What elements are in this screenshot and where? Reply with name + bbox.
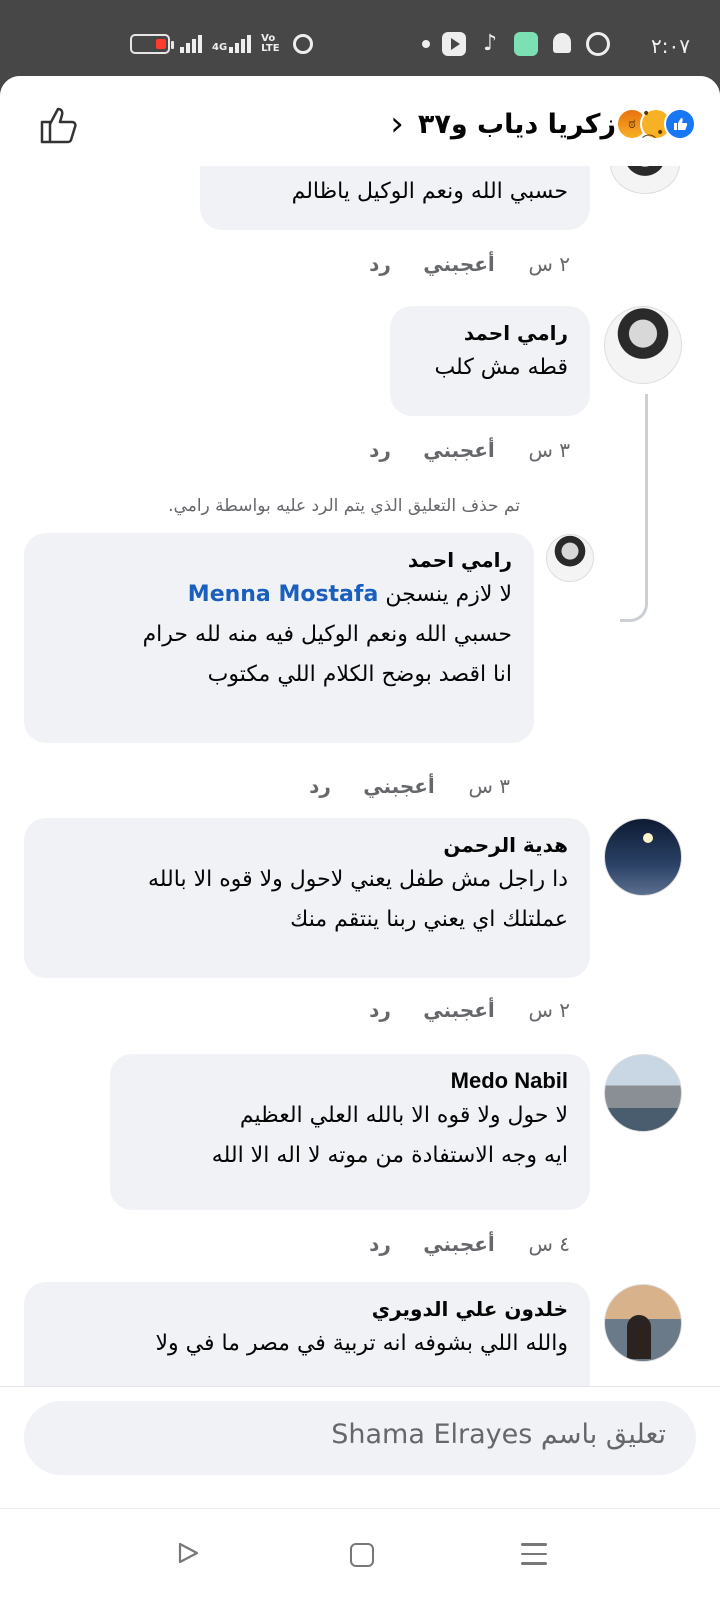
app-green-icon [514,32,538,56]
avatar[interactable] [604,306,682,384]
comment-author[interactable]: Medo Nabil [132,1066,568,1096]
comment-text: حسبي الله ونعم الوكيل فيه منه لله حرام [142,622,512,647]
comment-text: دا راجل مش طفل يعني لاحول ولا قوه الا با… [147,867,568,892]
youtube-icon [442,32,466,56]
header-title-group[interactable]: ಠ •︵• زكريا دياب و٣٧ ‹ [390,104,696,144]
like-button[interactable]: أعجبني [410,252,508,276]
deleted-parent-note: تم حذف التعليق الذي يتم الرد عليه بواسطة… [168,496,520,516]
comment-time: ٣ س [468,774,510,798]
thread-connector [620,394,648,622]
avatar[interactable] [604,818,682,896]
comment-text: لا لازم ينسجن Menna Mostafa [187,582,512,607]
avatar[interactable] [546,534,594,582]
like-button[interactable]: أعجبني [410,998,508,1022]
comment-bubble[interactable]: هدية الرحمن دا راجل مش طفل يعني لاحول ول… [24,818,590,978]
reply-button[interactable]: رد [350,438,410,462]
dot-icon [422,40,430,48]
comments-sheet: ಠ •︵• زكريا دياب و٣٧ ‹ حسبي الله ونعم ال… [0,76,720,1508]
comment-input[interactable]: تعليق باسم Shama Elrayes [24,1401,696,1475]
comment-actions: ٢ س أعجبني رد [350,998,570,1022]
comment-text: عملتلك اي يعني ربنا ينتقم منك [290,907,568,932]
comment-actions: ٤ س أعجبني رد [350,1232,570,1256]
comment-author[interactable]: رامي احمد [412,318,568,348]
system-nav-bar [0,1508,720,1600]
sheet-header: ಠ •︵• زكريا دياب و٣٧ ‹ [0,76,720,166]
avatar[interactable] [604,1054,682,1132]
reaction-summary[interactable]: ಠ •︵• [616,106,696,141]
thumbs-up-outline-icon[interactable] [38,104,80,146]
comment-composer: تعليق باسم Shama Elrayes [0,1386,720,1508]
comment-text: لا حول ولا قوه الا بالله العلي العظيم [239,1103,568,1128]
status-left-cluster: 4G Vo LTE [130,33,314,54]
comment-text: ايه وجه الاستفادة من موته لا اله الا الل… [211,1143,568,1168]
comment-time: ٢ س [528,998,570,1022]
mention-link[interactable]: Menna Mostafa [188,582,379,607]
comment-bubble[interactable]: رامي احمد قطه مش كلب [390,306,590,416]
comment-time: ٢ س [528,252,570,276]
comment-text: حسبي الله ونعم الوكيل ياظالم [291,179,568,204]
comment-text: والله اللي بشوفه انه تربية في مصر ما في … [155,1331,568,1356]
comment-actions: ٣ س أعجبني رد [350,438,570,462]
comment-author[interactable]: رامي احمد [46,545,512,575]
reply-button[interactable]: رد [350,998,410,1022]
comment-text: انا اقصد بوضح الكلام اللي مكتوب [207,662,512,687]
back-triangle-icon[interactable] [176,1541,200,1565]
comment-time: ٤ س [528,1232,570,1256]
header-title: زكريا دياب و٣٧ [417,108,616,140]
battery-low-icon [130,34,174,54]
volte-icon: Vo LTE [261,33,280,54]
like-button[interactable]: أعجبني [410,1232,508,1256]
like-button[interactable]: أعجبني [410,438,508,462]
status-time: ٢:٠٧ [651,34,690,58]
signal-icon [180,35,202,53]
4g-signal-icon: 4G [212,35,252,53]
whatsapp-icon [586,32,610,56]
comment-actions: ٢ س أعجبني رد [350,252,570,276]
comment-bubble[interactable]: رامي احمد لا لازم ينسجن Menna Mostafa حس… [24,533,534,743]
comment-actions: ٣ س أعجبني رد [290,774,510,798]
tiktok-icon: ♪ [482,31,498,56]
reply-button[interactable]: رد [350,1232,410,1256]
reply-button[interactable]: رد [290,774,350,798]
comment-bubble[interactable]: Medo Nabil لا حول ولا قوه الا بالله العل… [110,1054,590,1210]
comment-list: حسبي الله ونعم الوكيل ياظالم ٢ س أعجبني … [0,134,720,1412]
comment-author[interactable]: خلدون علي الدويري [46,1294,568,1324]
like-reaction-icon [664,108,696,140]
comment-text: قطه مش كلب [434,355,568,380]
recents-menu-icon[interactable] [521,1543,547,1565]
reply-button[interactable]: رد [350,252,410,276]
home-square-icon[interactable] [350,1543,374,1567]
status-bar: 4G Vo LTE ♪ ٢:٠٧ [0,0,720,76]
avatar[interactable] [604,1284,682,1362]
like-button[interactable]: أعجبني [350,774,448,798]
alarm-icon [293,34,314,54]
status-right-cluster: ♪ [422,32,610,56]
chevron-left-icon[interactable]: ‹ [390,104,404,144]
comment-author[interactable]: هدية الرحمن [46,830,568,860]
snapchat-icon [550,32,574,56]
comment-time: ٣ س [528,438,570,462]
